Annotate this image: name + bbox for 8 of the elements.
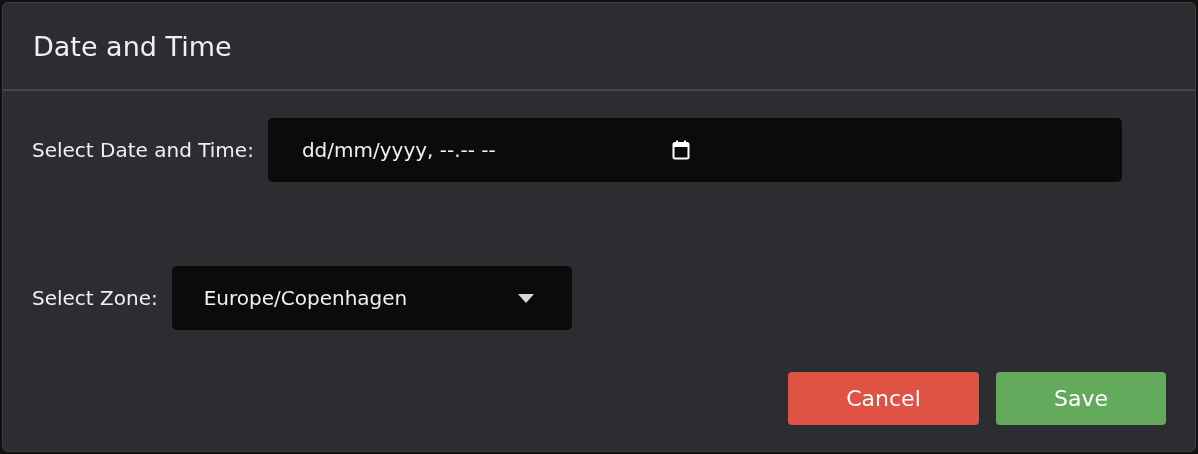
calendar-icon[interactable]	[671, 140, 690, 160]
field-label: Select Zone:	[32, 286, 158, 310]
dialog-title: Date and Time	[33, 30, 232, 62]
zone-select[interactable]: Europe/Copenhagen	[171, 266, 572, 330]
caret-icon	[517, 293, 534, 303]
datetime-field[interactable]: dd/mm/yyyy, --.-- --	[267, 118, 1122, 182]
cancel-button[interactable]: Cancel	[788, 372, 979, 425]
field-label: Select Date and Time:	[32, 138, 254, 162]
